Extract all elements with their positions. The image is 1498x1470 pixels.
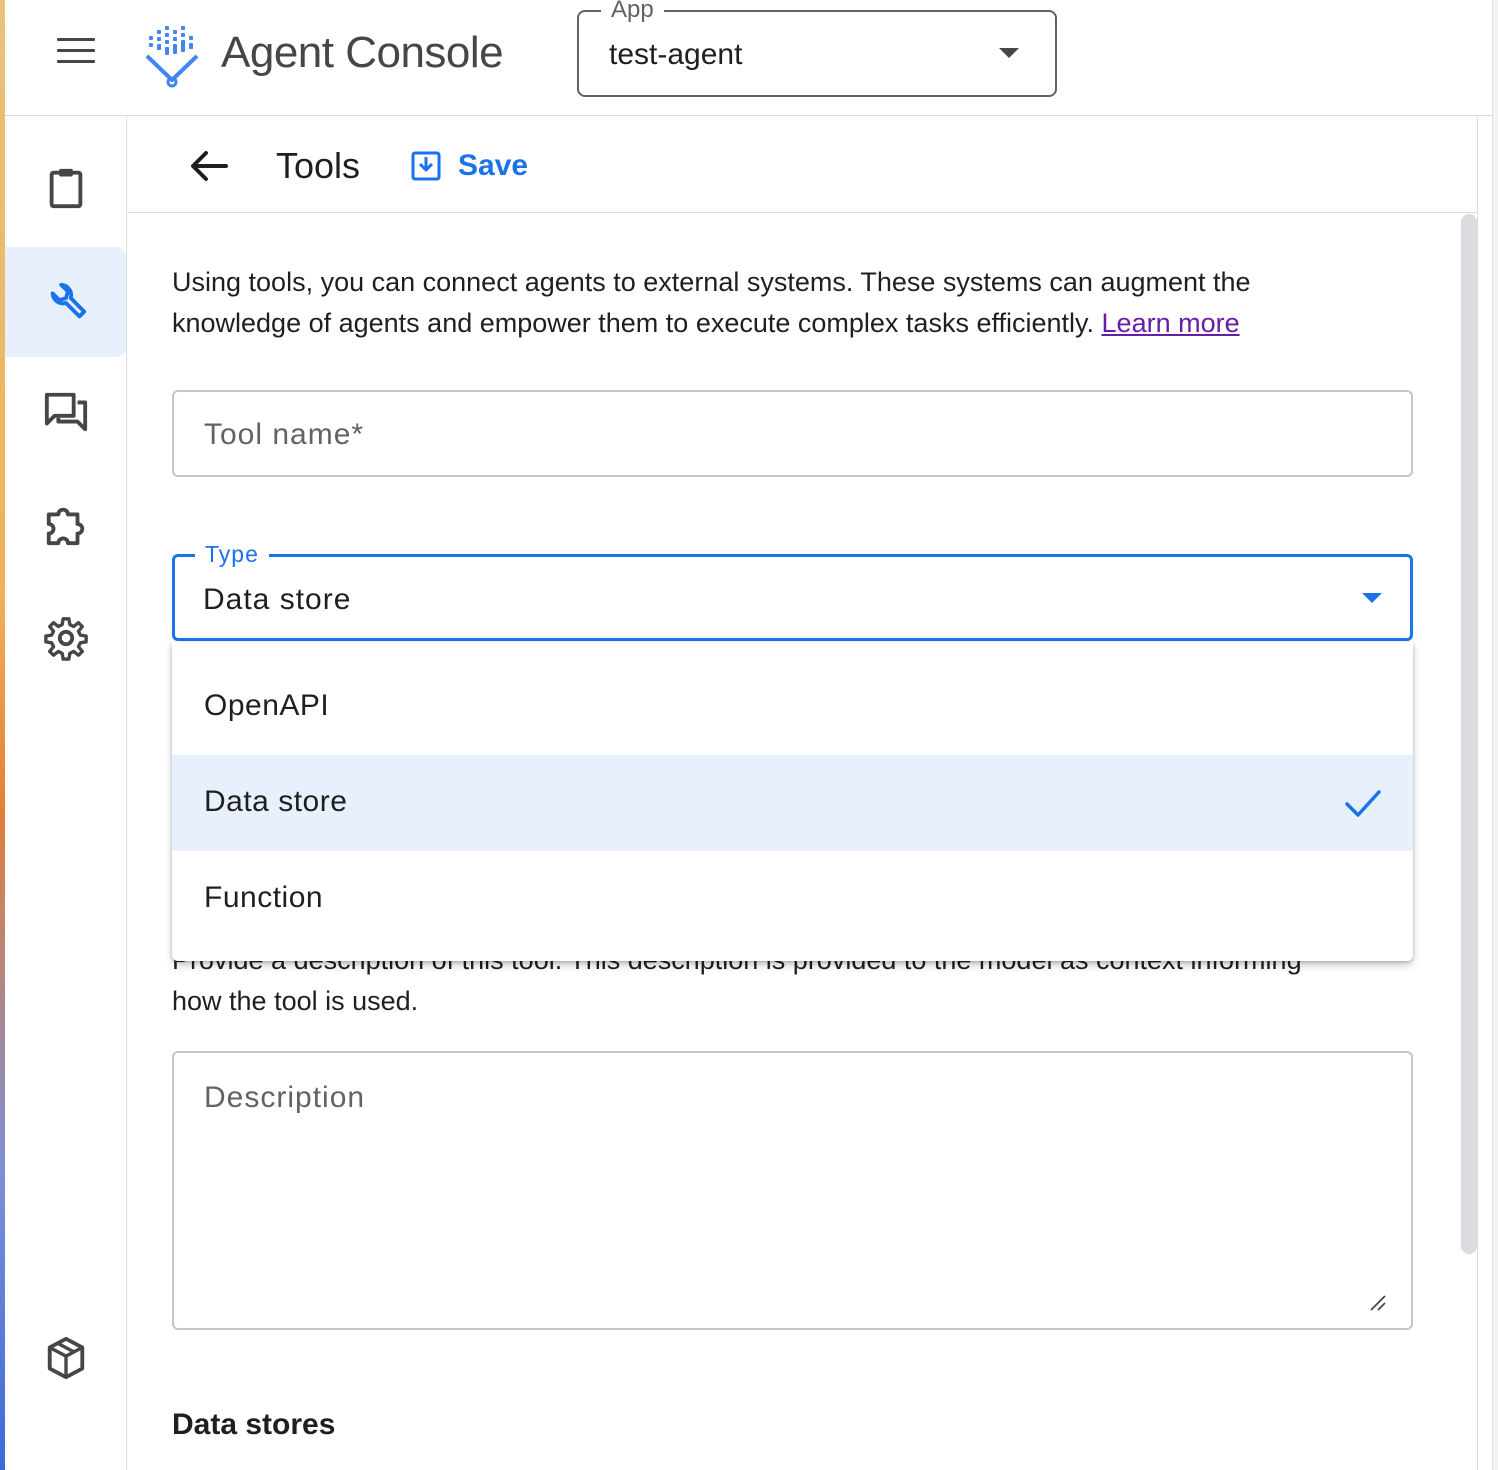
wrench-icon: [50, 282, 86, 319]
save-icon: [411, 151, 441, 181]
back-arrow-icon[interactable]: [186, 143, 232, 189]
app-selector-label: App: [601, 0, 664, 24]
nav-item-settings[interactable]: [5, 583, 126, 693]
save-button-label: Save: [458, 149, 529, 182]
app-name: Agent Console: [221, 28, 504, 77]
type-select-value: Data store: [203, 583, 352, 616]
save-button[interactable]: Save: [410, 143, 528, 189]
description-placeholder: Description: [204, 1081, 366, 1114]
check-icon: [1345, 790, 1381, 817]
learn-more-link[interactable]: Learn more: [1102, 308, 1240, 338]
app-selector-chevron-down-icon: [999, 48, 1019, 58]
type-option-data-store[interactable]: Data store: [172, 755, 1413, 851]
top-app-bar: Agent Console App test-agent: [5, 0, 1492, 116]
clipboard-icon: [49, 168, 82, 209]
puzzle-icon: [46, 507, 84, 546]
resize-handle-icon[interactable]: [1369, 1294, 1387, 1312]
nav-item-packages[interactable]: [5, 1303, 126, 1413]
type-option-label: Function: [204, 881, 324, 914]
gear-icon: [43, 617, 88, 661]
agent-console-logo-icon: [145, 26, 199, 88]
tool-name-placeholder: Tool name*: [204, 418, 365, 451]
chat-icon: [44, 392, 87, 432]
data-stores-heading: Data stores: [172, 1408, 336, 1441]
type-option-label: OpenAPI: [204, 689, 330, 722]
nav-item-tools[interactable]: [5, 247, 126, 357]
main-menu-icon[interactable]: [57, 38, 95, 66]
page-title: Tools: [276, 145, 361, 186]
nav-item-extensions[interactable]: [5, 469, 126, 579]
side-navigation-rail: [5, 117, 127, 1470]
content-scrollbar[interactable]: [1461, 214, 1477, 1254]
app-selector-value: test-agent: [609, 38, 743, 71]
cube-icon: [47, 1336, 84, 1380]
content-divider: [1477, 117, 1478, 1470]
intro-text: Using tools, you can connect agents to e…: [172, 267, 1251, 338]
desktop-background-right: [1492, 0, 1498, 1470]
app-window: Agent Console App test-agent Tools Save …: [5, 0, 1492, 1470]
type-select[interactable]: Type Data store: [172, 541, 1413, 641]
description-textarea[interactable]: Description: [172, 1051, 1413, 1330]
type-option-openapi[interactable]: OpenAPI: [172, 659, 1413, 755]
type-select-label: Type: [195, 541, 269, 568]
type-option-function[interactable]: Function: [172, 851, 1413, 947]
app-selector[interactable]: App test-agent: [577, 0, 1057, 97]
description-help-visible: how the tool is used.: [172, 986, 419, 1016]
type-select-chevron-down-icon: [1362, 593, 1382, 603]
nav-item-conversations[interactable]: [5, 357, 126, 467]
page-header: Tools Save: [128, 117, 1478, 213]
type-option-label: Data store: [204, 785, 348, 818]
tool-name-input[interactable]: Tool name*: [172, 390, 1413, 477]
nav-item-playbooks[interactable]: [5, 133, 126, 243]
type-options-menu: OpenAPI Data store Function: [172, 642, 1413, 961]
